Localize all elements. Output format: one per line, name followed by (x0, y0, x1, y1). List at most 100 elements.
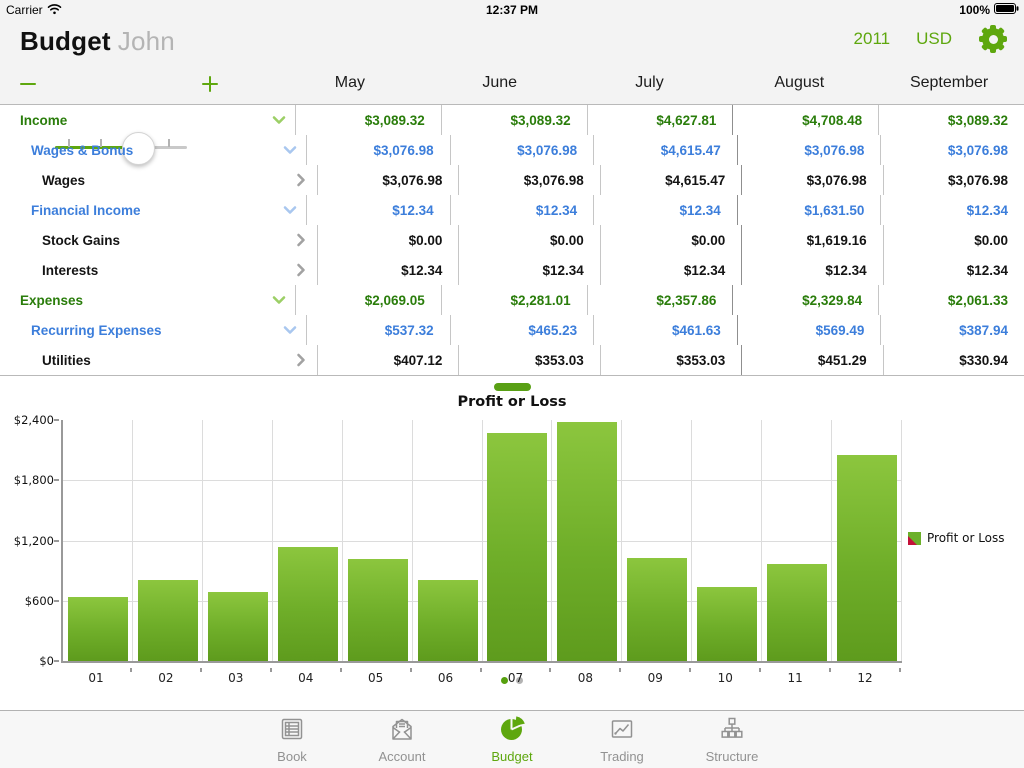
profit-bar (487, 433, 547, 661)
value-cell: $12.34 (317, 255, 458, 285)
y-axis-tick-label: $1,200 (0, 534, 54, 548)
category-cell[interactable]: Income (0, 105, 295, 135)
legend-label: Profit or Loss (927, 531, 1005, 545)
value-cell: $2,281.01 (441, 285, 587, 315)
x-axis-tick (200, 668, 202, 672)
x-axis-tick-label: 08 (565, 671, 605, 685)
table-row: Wages$3,076.98$3,076.98$4,615.47$3,076.9… (0, 165, 1024, 195)
category-cell[interactable]: Utilities (0, 345, 317, 375)
tab-label: Account (379, 749, 426, 764)
gridline-vertical (272, 420, 273, 661)
x-axis-tick-label: 12 (845, 671, 885, 685)
clock: 12:37 PM (0, 3, 1024, 17)
category-cell[interactable]: Wages (0, 165, 317, 195)
chart-panel: Profit or Loss Profit or Loss $2,400 $1,8… (0, 383, 1024, 690)
account-envelope-icon (388, 715, 416, 748)
gear-icon[interactable] (978, 24, 1008, 54)
value-cell: $3,089.32 (441, 105, 587, 135)
category-label: Utilities (42, 353, 91, 368)
chart-legend: Profit or Loss (908, 531, 1005, 545)
value-cell: $387.94 (880, 315, 1024, 345)
value-cell: $4,708.48 (732, 105, 878, 135)
value-cell: $0.00 (600, 225, 741, 255)
table-row: Income$3,089.32$3,089.32$4,627.81$4,708.… (0, 105, 1024, 135)
chevron-right-icon (293, 262, 309, 281)
profit-bar (627, 558, 687, 661)
value-cell: $3,076.98 (741, 165, 882, 195)
value-cell: $2,329.84 (732, 285, 878, 315)
value-cell: $0.00 (458, 225, 599, 255)
x-axis-tick (480, 668, 482, 672)
x-axis-tick (619, 668, 621, 672)
currency-button[interactable]: USD (916, 29, 952, 49)
y-axis-tick (54, 419, 59, 421)
value-cell: $4,615.47 (593, 135, 737, 165)
x-axis-tick-label: 10 (705, 671, 745, 685)
tab-account[interactable]: Account (362, 711, 442, 768)
category-cell[interactable]: Stock Gains (0, 225, 317, 255)
chevron-down-icon (271, 112, 287, 131)
category-label: Expenses (20, 293, 83, 308)
category-cell[interactable]: Wages & Bonus (0, 135, 306, 165)
gridline-horizontal (63, 480, 902, 481)
book-icon (278, 715, 306, 748)
value-cell: $12.34 (600, 255, 741, 285)
profit-bar (418, 580, 478, 661)
month-header-row: May June July August September (275, 62, 1024, 104)
value-cell: $4,615.47 (600, 165, 741, 195)
plot-area (61, 420, 902, 663)
value-cell: $12.34 (458, 255, 599, 285)
value-cell: $12.34 (306, 195, 450, 225)
x-axis-tick-label: 01 (76, 671, 116, 685)
chevron-down-icon (282, 202, 298, 221)
year-button[interactable]: 2011 (854, 29, 891, 49)
x-axis-tick (689, 668, 691, 672)
tab-label: Budget (491, 749, 532, 764)
tab-structure[interactable]: Structure (692, 711, 772, 768)
y-axis-tick-label: $2,400 (0, 413, 54, 427)
x-axis-tick (270, 668, 272, 672)
value-cell: $2,357.86 (587, 285, 733, 315)
page-title: BudgetJohn (0, 26, 175, 57)
tab-budget[interactable]: Budget (472, 711, 552, 768)
category-cell[interactable]: Interests (0, 255, 317, 285)
chevron-down-icon (271, 292, 287, 311)
month-header: June (425, 62, 575, 104)
y-axis-tick-label: $1,800 (0, 473, 54, 487)
value-cell: $12.34 (450, 195, 594, 225)
chart-title: Profit or Loss (0, 394, 1024, 410)
minus-icon[interactable] (19, 75, 37, 93)
tab-book[interactable]: Book (252, 711, 332, 768)
profit-bar (208, 592, 268, 661)
x-axis-tick (410, 668, 412, 672)
gridline-vertical (412, 420, 413, 661)
value-cell: $537.32 (306, 315, 450, 345)
x-axis-tick-label: 05 (356, 671, 396, 685)
profit-bar (697, 587, 757, 661)
category-cell[interactable]: Financial Income (0, 195, 306, 225)
category-cell[interactable]: Recurring Expenses (0, 315, 306, 345)
value-cell: $3,089.32 (295, 105, 441, 135)
profit-bar (767, 564, 827, 661)
x-axis-tick (340, 668, 342, 672)
plus-icon[interactable] (201, 75, 219, 93)
legend-swatch-icon (908, 532, 921, 545)
category-cell[interactable]: Expenses (0, 285, 295, 315)
category-label: Stock Gains (42, 233, 120, 248)
y-axis-tick (54, 540, 59, 542)
value-cell: $12.34 (880, 195, 1024, 225)
value-cell: $451.29 (741, 345, 882, 375)
value-cell: $407.12 (317, 345, 458, 375)
x-axis-tick-label: 06 (426, 671, 466, 685)
gridline-vertical (621, 420, 622, 661)
tab-label: Structure (706, 749, 759, 764)
value-cell: $3,076.98 (458, 165, 599, 195)
chevron-right-icon (293, 172, 309, 191)
tab-trading[interactable]: Trading (582, 711, 662, 768)
value-cell: $3,076.98 (450, 135, 594, 165)
tab-bar: Book Account Budget (0, 710, 1024, 768)
chevron-right-icon (293, 352, 309, 371)
drag-handle[interactable] (494, 383, 531, 391)
x-axis-tick-label: 02 (146, 671, 186, 685)
profit-bar (557, 422, 617, 661)
